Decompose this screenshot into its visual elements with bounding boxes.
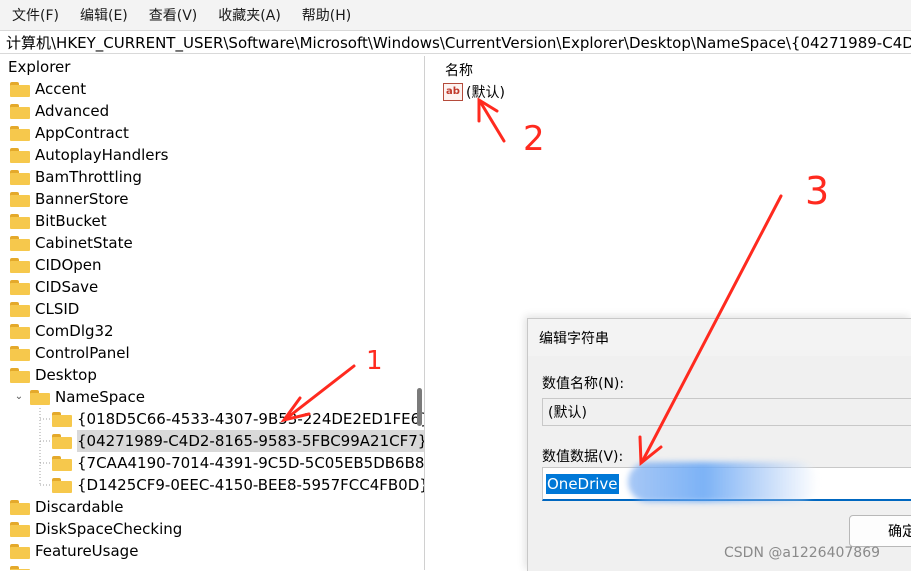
- folder-icon: [10, 543, 30, 559]
- value-name-label: 数值名称(N):: [542, 376, 625, 392]
- tree-item-label: Discardable: [35, 498, 124, 516]
- folder-icon: [10, 521, 30, 537]
- redaction-blur: [628, 462, 818, 502]
- ok-button[interactable]: 确定: [849, 515, 911, 547]
- watermark: CSDN @a1226407869: [724, 545, 881, 561]
- address-bar[interactable]: 计算机\HKEY_CURRENT_USER\Software\Microsoft…: [0, 30, 911, 54]
- tree-item[interactable]: DiskSpaceChecking: [10, 518, 182, 540]
- column-header-name[interactable]: 名称: [445, 60, 473, 80]
- folder-icon: [10, 499, 30, 515]
- dialog-title: 编辑字符串: [539, 331, 609, 347]
- tree-item-label: {D1425CF9-0EEC-4150-BEE8-5957FCC4FB0D}: [77, 476, 424, 494]
- folder-icon: [52, 477, 72, 493]
- registry-tree: Explorer Accent Advanced AppContract Aut…: [0, 56, 424, 570]
- tree-item-guid-selected[interactable]: {04271989-C4D2-8165-9583-5FBC99A21CF7}: [52, 430, 424, 452]
- menu-bar: 文件(F) 编辑(E) 查看(V) 收藏夹(A) 帮助(H): [0, 0, 911, 30]
- value-data-input[interactable]: OneDrive: [542, 462, 911, 502]
- folder-icon: [52, 433, 72, 449]
- tree-item-guid[interactable]: {D1425CF9-0EEC-4150-BEE8-5957FCC4FB0D}: [52, 474, 424, 496]
- tree-item[interactable]: Discardable: [10, 496, 124, 518]
- menu-help[interactable]: 帮助(H): [290, 5, 360, 25]
- menu-edit[interactable]: 编辑(E): [68, 5, 137, 25]
- tree-item-label: DiskSpaceChecking: [35, 520, 183, 538]
- value-name-field: (默认): [542, 398, 911, 426]
- tree-item[interactable]: FeatureUsage: [10, 540, 138, 562]
- menu-file[interactable]: 文件(F): [0, 5, 68, 25]
- menu-favorites[interactable]: 收藏夹(A): [206, 5, 290, 25]
- tree-item-guid[interactable]: {018D5C66-4533-4307-9B53-224DE2ED1FE6}: [52, 408, 424, 430]
- tree-item-partial[interactable]: [10, 562, 35, 570]
- folder-icon: [52, 411, 72, 427]
- edit-string-dialog: 编辑字符串 数值名称(N): (默认) 数值数据(V): OneDrive 确定: [527, 318, 911, 571]
- folder-icon: [52, 455, 72, 471]
- value-row-default[interactable]: ab (默认): [443, 82, 505, 102]
- folder-icon: [10, 565, 30, 570]
- tree-connector-lines: [39, 408, 50, 486]
- tree-item-label: FeatureUsage: [35, 542, 139, 560]
- value-name: (默认): [466, 85, 505, 101]
- tree-scrollbar-thumb[interactable]: [417, 388, 422, 426]
- menu-view[interactable]: 查看(V): [137, 5, 207, 25]
- tree-item-label: NameSpace: [55, 388, 145, 406]
- dialog-body: 数值名称(N): (默认) 数值数据(V): OneDrive 确定: [528, 356, 911, 571]
- tree-item-label: {018D5C66-4533-4307-9B53-224DE2ED1FE6}: [77, 410, 424, 428]
- value-data-text: OneDrive: [546, 474, 619, 494]
- tree-item-label: {7CAA4190-7014-4391-9C5D-5C05EB5DB6B8}: [77, 454, 424, 472]
- tree-item-guid[interactable]: {7CAA4190-7014-4391-9C5D-5C05EB5DB6B8}: [52, 452, 424, 474]
- tree-item-label: {04271989-C4D2-8165-9583-5FBC99A21CF7}: [77, 430, 424, 452]
- string-value-icon: ab: [443, 83, 463, 101]
- pane-splitter[interactable]: [424, 56, 425, 570]
- value-data-label: 数值数据(V):: [542, 449, 624, 465]
